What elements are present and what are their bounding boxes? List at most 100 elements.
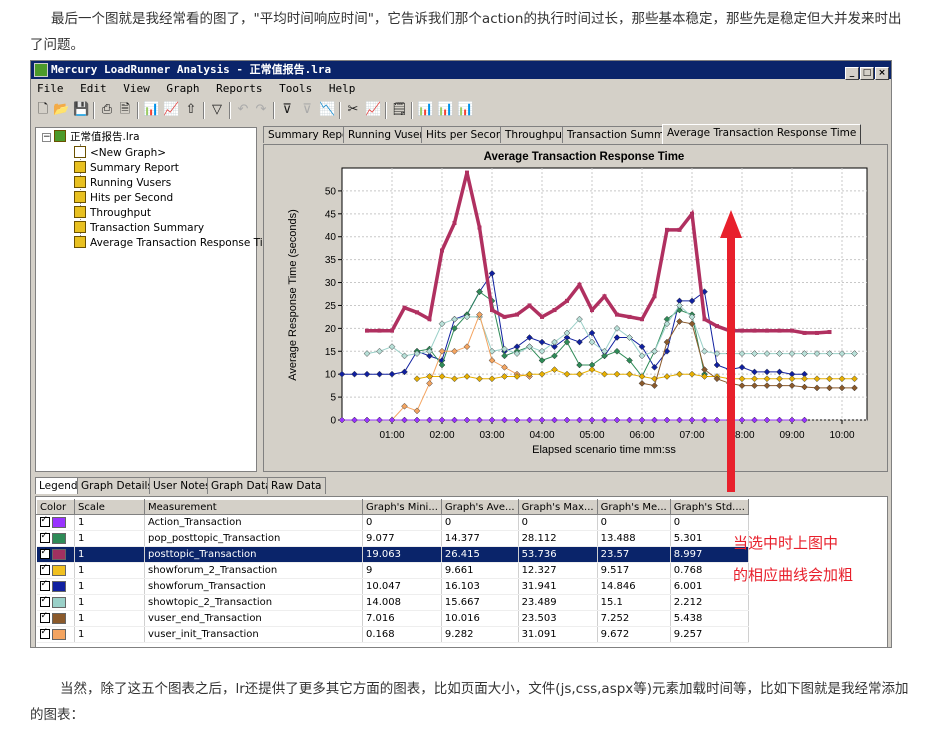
menu-reports[interactable]: Reports xyxy=(216,82,262,95)
granularity-icon[interactable]: 📉 xyxy=(319,102,335,118)
data-point xyxy=(490,308,494,313)
annotation-line-1: 当选中时上图中 xyxy=(733,534,839,552)
crystal-report-icon[interactable]: 📊 xyxy=(457,102,473,118)
col-header-measurement[interactable]: Measurement xyxy=(144,499,363,515)
data-point xyxy=(552,308,557,313)
data-point xyxy=(577,282,582,287)
col-header-max[interactable]: Graph's Max... xyxy=(517,499,598,515)
clear-filter-icon[interactable]: ⊽ xyxy=(299,102,315,118)
y-tick-label: 0 xyxy=(330,416,336,427)
tree-item-hits-per-second[interactable]: Hits per Second xyxy=(74,191,173,205)
col-header-min[interactable]: Graph's Mini... xyxy=(362,499,442,515)
visibility-checkbox[interactable] xyxy=(39,547,50,559)
legend-row[interactable]: 1Action_Transaction00000 xyxy=(36,514,749,531)
tree-item-avg-transaction-response-time[interactable]: Average Transaction Response Time xyxy=(74,236,279,250)
legend-row[interactable]: 1vuser_end_Transaction7.01610.01623.5037… xyxy=(36,610,749,627)
graph-icon xyxy=(74,176,86,188)
new-graph-icon xyxy=(74,146,86,158)
save-icon[interactable]: 💾 xyxy=(73,102,89,118)
max-cell: 31.091 xyxy=(518,626,598,643)
data-point xyxy=(690,211,694,216)
data-point xyxy=(390,328,394,333)
visibility-checkbox[interactable] xyxy=(39,531,50,543)
visibility-checkbox[interactable] xyxy=(39,611,50,623)
word-report-icon[interactable]: 📊 xyxy=(437,102,453,118)
menu-help[interactable]: Help xyxy=(329,82,356,95)
graph-merge-icon[interactable]: 📈 xyxy=(163,102,179,118)
x-tick-label: 07:00 xyxy=(679,430,704,441)
min-cell: 9.077 xyxy=(362,530,442,547)
minimize-button[interactable]: _ xyxy=(845,67,859,80)
visibility-checkbox[interactable] xyxy=(39,579,50,591)
maximize-button[interactable]: □ xyxy=(860,67,874,80)
data-point xyxy=(615,312,619,317)
legend-row[interactable]: 1vuser_init_Transaction0.1689.28231.0919… xyxy=(36,626,749,643)
visibility-checkbox[interactable] xyxy=(39,515,50,527)
print-preview-icon[interactable]: 🗎 xyxy=(117,102,133,118)
legend-row[interactable]: 1showtopic_2_Transaction14.00815.66723.4… xyxy=(36,594,749,611)
add-graph-icon[interactable]: 📊 xyxy=(143,102,159,118)
menu-tools[interactable]: Tools xyxy=(279,82,312,95)
scale-cell: 1 xyxy=(74,626,145,643)
open-folder-icon[interactable]: 📂 xyxy=(53,102,69,118)
tab-user-notes[interactable]: User Notes xyxy=(149,477,215,494)
set-filter-icon[interactable]: ⊽ xyxy=(279,102,295,118)
color-cell xyxy=(36,610,75,627)
tab-graph-data[interactable]: Graph Data xyxy=(207,477,276,494)
report-icon xyxy=(74,161,86,173)
visibility-checkbox[interactable] xyxy=(39,627,50,639)
report-icon[interactable]: 🗒 xyxy=(391,102,408,118)
menu-view[interactable]: View xyxy=(123,82,150,95)
tree-item-running-vusers[interactable]: Running Vusers xyxy=(74,176,171,190)
max-cell: 0 xyxy=(518,514,598,531)
undo-icon[interactable]: ↶ xyxy=(235,102,251,118)
legend-row[interactable]: 1showforum_2_Transaction99.66112.3279.51… xyxy=(36,562,749,579)
y-tick-label: 35 xyxy=(325,255,337,266)
legend-row[interactable]: 1posttopic_Transaction19.06326.41553.736… xyxy=(36,546,749,563)
print-icon[interactable]: ⎙ xyxy=(99,102,115,118)
new-icon[interactable]: 🗋 xyxy=(35,102,51,118)
tree-item-summary-report[interactable]: Summary Report xyxy=(74,161,179,175)
redo-icon[interactable]: ↷ xyxy=(253,102,269,118)
col-header-scale[interactable]: Scale xyxy=(74,499,145,515)
filter-icon[interactable]: ▽ xyxy=(209,102,225,118)
col-header-ave[interactable]: Graph's Ave... xyxy=(440,499,519,515)
tree-item-throughput[interactable]: Throughput xyxy=(74,206,151,220)
tab-graph-details[interactable]: Graph Details xyxy=(77,477,157,494)
html-report-icon[interactable]: 📊 xyxy=(417,102,433,118)
tab-raw-data[interactable]: Raw Data xyxy=(267,477,326,494)
tab-throughput[interactable]: Throughput xyxy=(500,126,571,143)
menu-file[interactable]: File xyxy=(37,82,64,95)
collapse-icon[interactable]: − xyxy=(42,133,51,142)
median-cell: 9.517 xyxy=(597,562,671,579)
data-point xyxy=(515,312,519,317)
legend-row[interactable]: 1showforum_Transaction10.04716.10331.941… xyxy=(36,578,749,595)
toolbar-separator xyxy=(229,102,231,119)
y-tick-label: 30 xyxy=(325,278,337,289)
data-point xyxy=(415,310,419,315)
visibility-checkbox[interactable] xyxy=(39,595,50,607)
menu-graph[interactable]: Graph xyxy=(166,82,199,95)
legend-row[interactable]: 1pop_posttopic_Transaction9.07714.37728.… xyxy=(36,530,749,547)
auto-correlate-icon[interactable]: 📈 xyxy=(365,102,381,118)
tree-root[interactable]: 正常值报告.lra xyxy=(54,130,140,144)
tab-average-transaction-response-time[interactable]: Average Transaction Response Time xyxy=(662,124,862,144)
median-cell: 14.846 xyxy=(597,578,671,595)
x-axis-label: Elapsed scenario time mm:ss xyxy=(532,444,676,456)
data-point xyxy=(752,328,757,333)
export-icon[interactable]: ⇧ xyxy=(183,102,199,118)
chart-title: Average Transaction Response Time xyxy=(484,151,685,163)
close-button[interactable]: × xyxy=(875,67,889,80)
tree-item-new-graph[interactable]: <New Graph> xyxy=(74,146,166,160)
col-header-median[interactable]: Graph's Me... xyxy=(596,499,671,515)
tab-legend[interactable]: Legend xyxy=(35,477,82,494)
visibility-checkbox[interactable] xyxy=(39,563,50,575)
graph-icon xyxy=(74,191,86,203)
annotation-arrow xyxy=(720,210,742,492)
correlate-icon[interactable]: ✂ xyxy=(345,102,361,118)
col-header-color[interactable]: Color xyxy=(36,499,75,515)
data-point xyxy=(502,314,507,319)
tree-item-transaction-summary[interactable]: Transaction Summary xyxy=(74,221,204,235)
menu-edit[interactable]: Edit xyxy=(80,82,107,95)
ave-cell: 26.415 xyxy=(441,546,519,563)
